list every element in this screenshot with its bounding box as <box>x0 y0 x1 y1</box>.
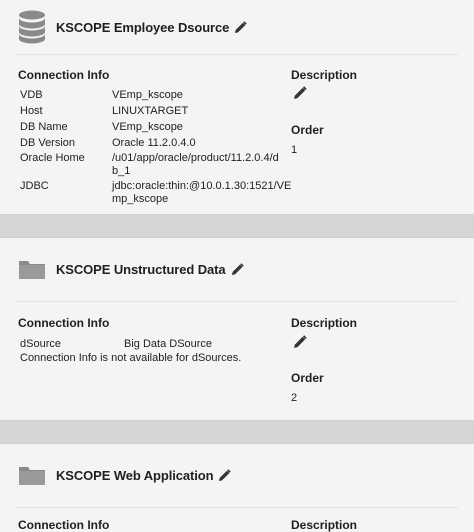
row-key: Oracle Home <box>20 152 85 164</box>
row-value: /u01/app/oracle/product/11.2.0.4/d <box>112 152 279 164</box>
connection-info-note: Connection Info is not available for dSo… <box>20 352 242 364</box>
dsource-card-web-application: KSCOPE Web Application Connection Info D… <box>0 444 474 532</box>
edit-description-pencil-icon[interactable] <box>293 86 307 105</box>
folder-icon <box>19 467 45 485</box>
order-label: Order <box>291 371 324 385</box>
order-label: Order <box>291 123 324 137</box>
description-label: Description <box>291 316 358 330</box>
row-key: dSource <box>20 338 61 350</box>
connection-info-label: Connection Info <box>18 316 110 330</box>
dsource-card-employee: KSCOPE Employee Dsource Connection Info … <box>0 0 474 214</box>
order-value: 1 <box>291 144 298 156</box>
description-label: Description <box>291 518 358 532</box>
card-header: KSCOPE Unstructured Data <box>18 252 466 286</box>
connection-info-label: Connection Info <box>18 68 110 82</box>
order-value: 2 <box>291 392 298 404</box>
dsource-title: KSCOPE Web Application <box>56 467 214 483</box>
description-label: Description <box>291 68 358 82</box>
card-separator <box>0 420 474 444</box>
row-value: VEmp_kscope <box>112 89 183 101</box>
edit-description-pencil-icon[interactable] <box>293 335 307 354</box>
row-key: Host <box>20 105 43 117</box>
dsource-card-unstructured: KSCOPE Unstructured Data Connection Info… <box>0 238 474 420</box>
row-key: VDB <box>20 89 43 101</box>
row-value: jdbc:oracle:thin:@10.0.1.30:1521/VE <box>112 180 292 192</box>
database-icon <box>19 10 45 44</box>
row-key: JDBC <box>20 180 49 192</box>
row-value: Big Data DSource <box>124 338 213 350</box>
edit-name-pencil-icon[interactable] <box>218 468 232 482</box>
edit-name-pencil-icon[interactable] <box>234 20 248 34</box>
connection-info-label: Connection Info <box>18 518 110 532</box>
row-value: LINUXTARGET <box>112 105 189 117</box>
row-value: Oracle 11.2.0.4.0 <box>112 137 196 149</box>
card-separator <box>0 214 474 238</box>
dsource-title: KSCOPE Employee Dsource <box>56 19 230 35</box>
row-value: b_1 <box>112 165 131 177</box>
row-value: mp_kscope <box>112 193 169 205</box>
row-value: VEmp_kscope <box>112 121 183 133</box>
divider <box>16 301 458 302</box>
row-key: DB Version <box>20 137 76 149</box>
card-header: KSCOPE Employee Dsource <box>18 10 466 44</box>
dsource-title: KSCOPE Unstructured Data <box>56 261 226 277</box>
row-key: DB Name <box>20 121 68 133</box>
card-header: KSCOPE Web Application <box>18 458 466 492</box>
folder-icon <box>19 261 45 279</box>
divider <box>16 54 458 55</box>
divider <box>16 507 458 508</box>
edit-name-pencil-icon[interactable] <box>231 262 244 276</box>
